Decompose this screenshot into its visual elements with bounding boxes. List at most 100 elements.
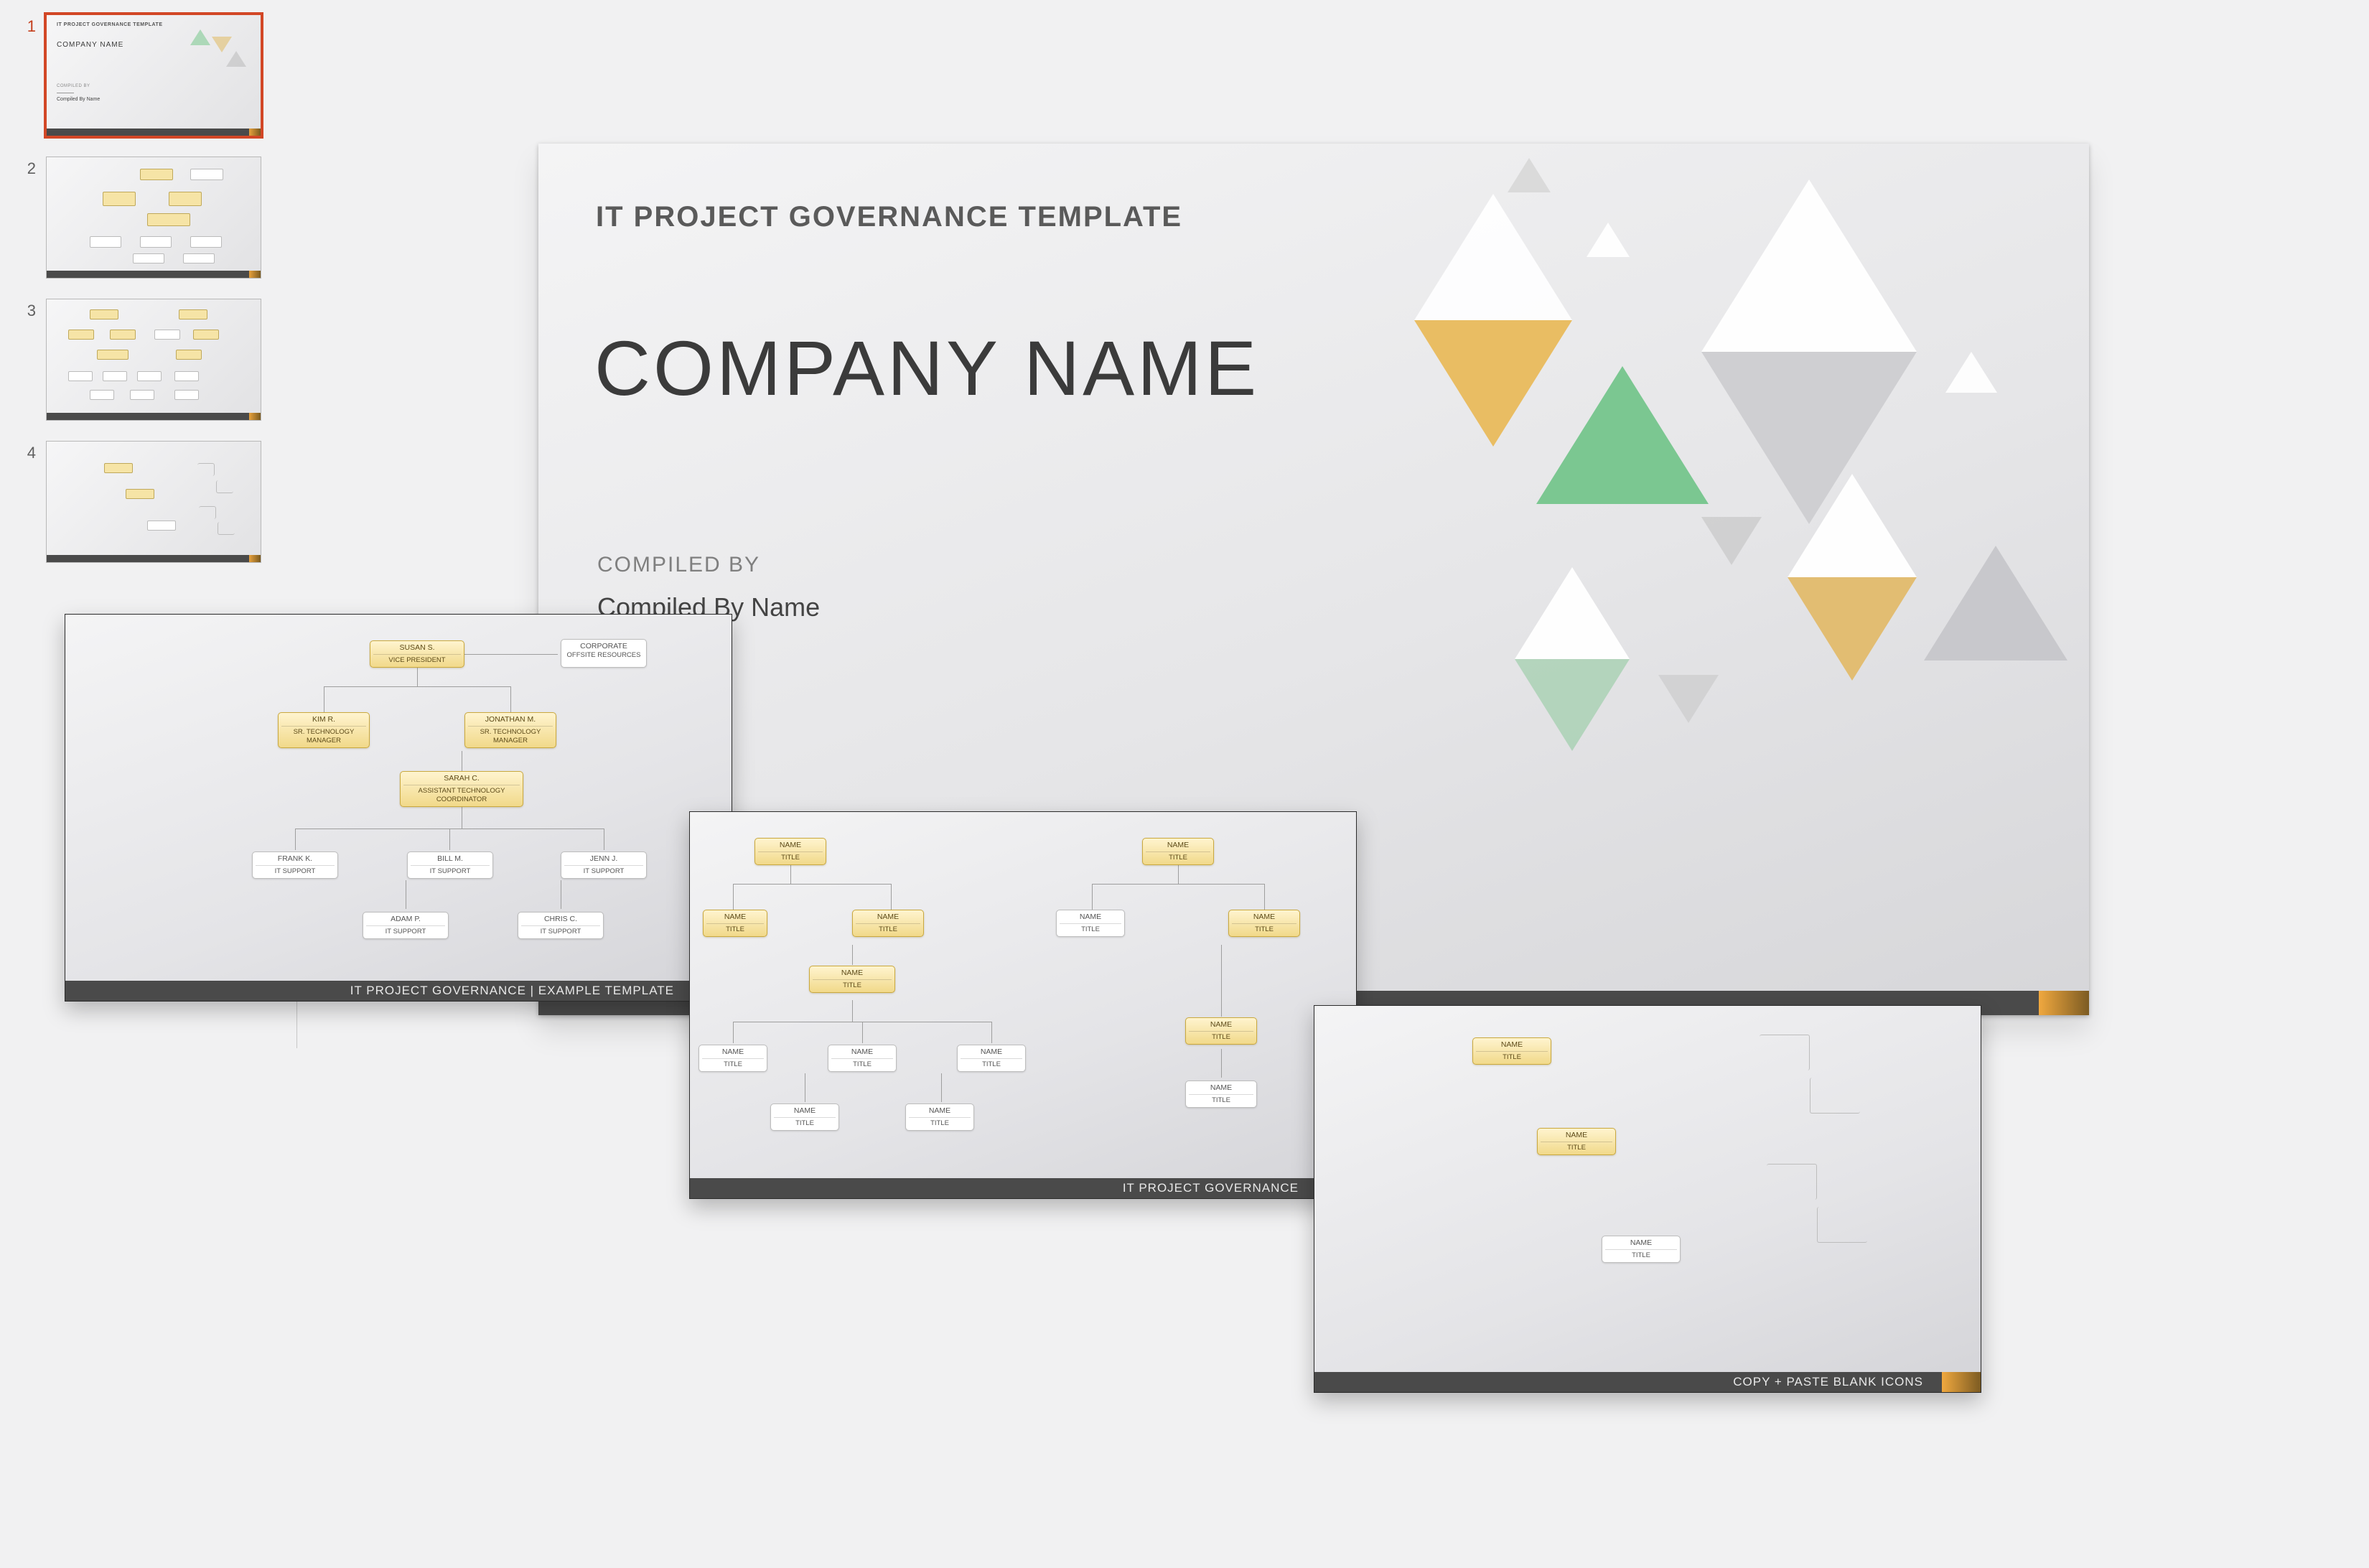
slide-subtitle: IT PROJECT GOVERNANCE TEMPLATE — [596, 201, 1182, 233]
node-title: TITLE — [1189, 1096, 1253, 1105]
node-title: SR. TECHNOLOGY MANAGER — [468, 728, 553, 745]
footer-gradient-icon — [2039, 991, 2089, 1015]
org-node[interactable]: NAMETITLE — [1056, 910, 1125, 937]
slide-thumbnail-4[interactable]: 4 — [0, 441, 302, 563]
org-node[interactable]: BILL M. IT SUPPORT — [407, 851, 493, 879]
mini-node-icon — [176, 350, 202, 360]
floating-slide-preview-2[interactable]: NAMETITLE NAMETITLE NAMETITLE NAMETITLE … — [689, 811, 1357, 1199]
mini-node-icon — [193, 330, 219, 340]
node-title: TITLE — [909, 1119, 971, 1128]
thumb-company: COMPANY NAME — [57, 41, 123, 49]
org-node[interactable]: CORPORATE OFFSITE RESOURCES — [561, 639, 647, 668]
node-title: TITLE — [1060, 925, 1121, 934]
connector-bracket-icon — [1760, 1035, 1810, 1070]
connector-icon — [790, 862, 791, 884]
org-node[interactable]: JENN J. IT SUPPORT — [561, 851, 647, 879]
connector-icon — [1264, 884, 1265, 910]
connector-icon — [733, 1022, 734, 1043]
org-node[interactable]: NAMETITLE — [1228, 910, 1300, 937]
org-node[interactable]: SARAH C. ASSISTANT TECHNOLOGY COORDINATO… — [400, 771, 523, 807]
triangle-decor-icon — [1658, 675, 1719, 723]
node-title: OFFSITE RESOURCES — [564, 651, 643, 660]
org-node[interactable]: NAMETITLE — [1537, 1128, 1616, 1155]
card-footer: IT PROJECT GOVERNANCE | EXAMPLE TEMPLATE — [65, 981, 732, 1001]
triangle-decor-icon — [1945, 352, 1997, 393]
node-title: TITLE — [1189, 1033, 1253, 1042]
org-node[interactable]: NAMETITLE — [770, 1103, 839, 1131]
slide-thumbnail-3[interactable]: 3 — [0, 299, 302, 421]
mini-node-icon — [147, 213, 190, 226]
node-title: TITLE — [856, 925, 920, 934]
mini-connector-icon — [199, 506, 216, 519]
connector-icon — [295, 829, 296, 850]
node-name: JENN J. — [564, 854, 643, 866]
node-name: NAME — [909, 1106, 971, 1118]
org-node[interactable]: NAMETITLE — [1602, 1236, 1681, 1263]
floating-slide-preview-3[interactable]: NAMETITLE NAMETITLE NAMETITLE COPY + PAS… — [1314, 1005, 1981, 1393]
connector-icon — [1221, 945, 1222, 1017]
node-name: SUSAN S. — [373, 643, 461, 655]
node-title: TITLE — [1232, 925, 1296, 934]
org-node[interactable]: CHRIS C. IT SUPPORT — [518, 912, 604, 939]
org-node[interactable]: NAMETITLE — [828, 1045, 897, 1072]
card-footer-text: COPY + PASTE BLANK ICONS — [1733, 1375, 1923, 1389]
node-title: SR. TECHNOLOGY MANAGER — [281, 728, 366, 745]
mini-node-icon — [147, 521, 176, 531]
org-node[interactable]: NAMETITLE — [703, 910, 767, 937]
org-node[interactable]: NAMETITLE — [809, 966, 895, 993]
org-node[interactable]: NAMETITLE — [1142, 838, 1214, 865]
mini-node-icon — [174, 390, 199, 400]
mini-node-icon — [126, 489, 154, 499]
org-node[interactable]: SUSAN S. VICE PRESIDENT — [370, 640, 464, 668]
org-node[interactable]: NAMETITLE — [1185, 1081, 1257, 1108]
floating-slide-preview-1[interactable]: SUSAN S. VICE PRESIDENT CORPORATE OFFSIT… — [65, 614, 732, 1002]
org-node[interactable]: NAMETITLE — [754, 838, 826, 865]
org-node[interactable]: NAMETITLE — [852, 910, 924, 937]
thumb-footer — [47, 413, 261, 420]
node-name: BILL M. — [411, 854, 490, 866]
org-node[interactable]: NAMETITLE — [957, 1045, 1026, 1072]
node-name: NAME — [831, 1047, 893, 1059]
triangle-decor-icon — [1701, 517, 1762, 565]
node-title: TITLE — [813, 981, 892, 990]
node-name: CORPORATE — [564, 642, 643, 651]
node-name: NAME — [1060, 913, 1121, 924]
node-name: ADAM P. — [366, 915, 445, 926]
mini-node-icon — [68, 330, 94, 340]
footer-gradient-icon — [1942, 1372, 1981, 1392]
node-name: FRANK K. — [256, 854, 335, 866]
thumbnail-preview: IT PROJECT GOVERNANCE TEMPLATE COMPANY N… — [46, 14, 261, 136]
node-title: TITLE — [758, 854, 823, 862]
thumb-subtitle: IT PROJECT GOVERNANCE TEMPLATE — [57, 22, 163, 27]
org-node[interactable]: NAMETITLE — [1472, 1037, 1551, 1065]
node-title: TITLE — [706, 925, 764, 934]
slide-thumbnail-1[interactable]: 1 IT PROJECT GOVERNANCE TEMPLATE COMPANY… — [0, 14, 302, 136]
org-node[interactable]: NAMETITLE — [905, 1103, 974, 1131]
thumbnail-preview — [46, 441, 261, 563]
node-name: NAME — [961, 1047, 1022, 1059]
node-title: TITLE — [1541, 1144, 1612, 1152]
slide-thumbnail-2[interactable]: 2 — [0, 157, 302, 279]
card-footer: IT PROJECT GOVERNANCE — [690, 1178, 1356, 1198]
node-name: NAME — [702, 1047, 764, 1059]
org-node[interactable]: NAMETITLE — [698, 1045, 767, 1072]
connector-icon — [1221, 1049, 1222, 1078]
mini-node-icon — [90, 309, 118, 319]
triangle-decor-icon — [1788, 577, 1917, 681]
connector-bracket-icon — [1767, 1164, 1817, 1200]
mini-node-icon — [174, 371, 199, 381]
org-node[interactable]: ADAM P. IT SUPPORT — [363, 912, 449, 939]
connector-icon — [1178, 862, 1179, 884]
card-footer: COPY + PASTE BLANK ICONS — [1314, 1372, 1981, 1392]
mini-node-icon — [103, 371, 127, 381]
triangle-decor-icon — [1515, 659, 1630, 751]
mini-node-icon — [90, 236, 121, 248]
org-node[interactable]: JONATHAN M. SR. TECHNOLOGY MANAGER — [464, 712, 556, 748]
triangle-decor-icon — [1515, 567, 1630, 659]
org-node[interactable]: KIM R. SR. TECHNOLOGY MANAGER — [278, 712, 370, 748]
mini-node-icon — [183, 253, 215, 263]
org-node[interactable]: FRANK K. IT SUPPORT — [252, 851, 338, 879]
connector-icon — [862, 1022, 863, 1043]
node-name: NAME — [706, 913, 764, 924]
org-node[interactable]: NAMETITLE — [1185, 1017, 1257, 1045]
